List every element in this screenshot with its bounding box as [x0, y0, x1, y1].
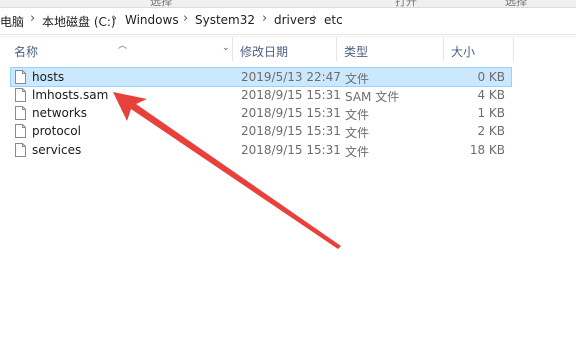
annotation-arrow — [113, 92, 341, 249]
arrow-icon — [113, 92, 341, 249]
